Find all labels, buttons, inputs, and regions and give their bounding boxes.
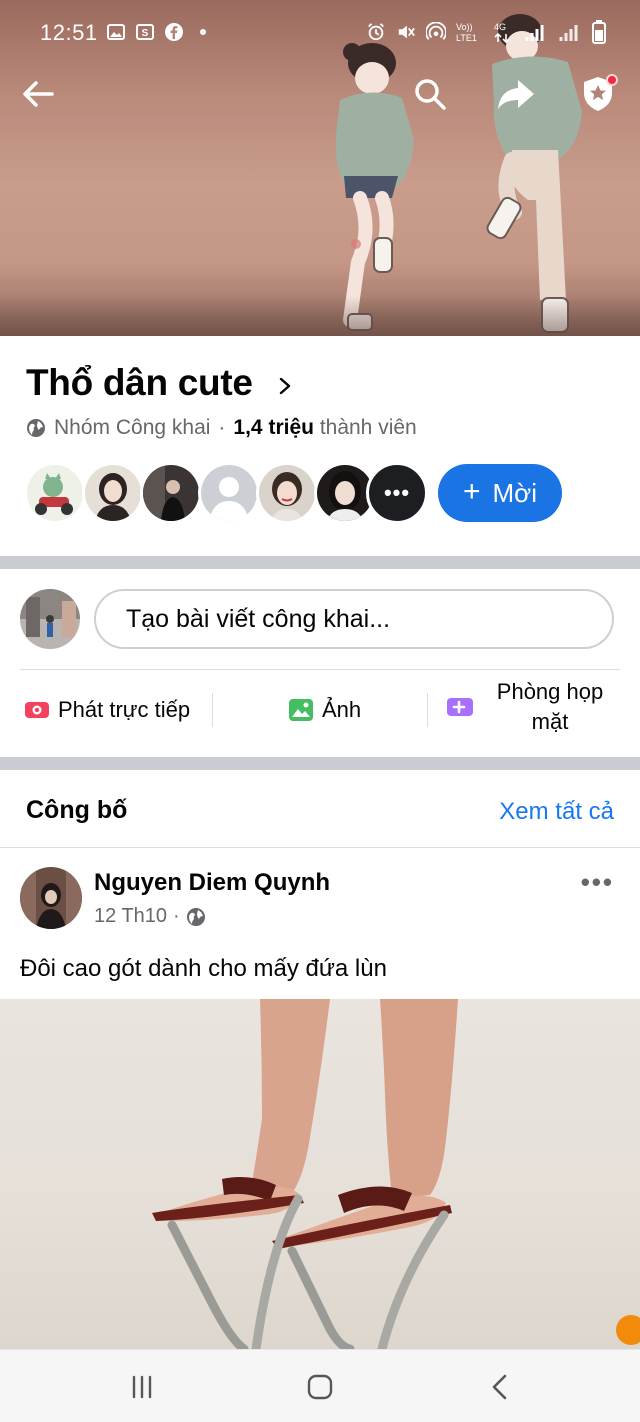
member-count-text[interactable]: 1,4 triệu thành viên [233,416,416,440]
chevron-right-icon[interactable] [276,374,294,398]
create-post-input[interactable]: Tạo bài viết công khai... [94,589,614,649]
system-back-button[interactable] [480,1370,520,1404]
post-meta: 12 Th10 · [94,905,206,928]
member-avatars[interactable]: ••• + Mời [24,462,624,524]
member-avatar[interactable] [256,462,318,524]
composer-actions: Phát trực tiếp Ảnh Phòng họp mặt [0,677,640,749]
battery-icon [592,20,606,44]
member-count: 1,4 triệu [233,416,314,439]
announcements-title: Công bố [26,796,128,824]
post-composer: Tạo bài viết công khai... Phát trực tiếp… [0,569,640,757]
globe-icon [27,419,45,437]
hotspot-icon [426,22,446,40]
svg-text:LTE1: LTE1 [456,33,477,43]
post-author-name[interactable]: Nguyen Diem Quynh [94,869,330,897]
group-name[interactable]: Thổ dân cute [26,362,253,404]
post-text: Đôi cao gót dành cho mấy đứa lùn [20,955,387,982]
action-separator [212,693,213,727]
room-video-icon [447,698,473,716]
back-arrow-icon [23,81,54,107]
share-button[interactable] [494,72,538,116]
status-time: 12:51 [40,20,98,45]
post-date[interactable]: 12 Th10 [94,905,167,928]
see-all-link[interactable]: Xem tất cả [499,798,614,826]
go-live-label: Phát trực tiếp [58,697,191,722]
plus-icon: + [462,475,481,508]
section-divider [0,556,640,569]
room-label-line2: mặt [531,709,569,734]
post-options-button[interactable]: ••• [581,867,614,898]
announcement-post: Nguyen Diem Quynh 12 Th10 · ••• Đôi cao … [0,849,640,1349]
samsung-icon: S [136,24,154,40]
member-avatar[interactable] [24,462,86,524]
group-meta: Nhóm Công khai · 1,4 triệu thành viên [26,416,417,440]
composer-divider [20,669,620,670]
photo-icon [289,699,313,721]
home-icon [307,1374,333,1400]
member-avatar-placeholder[interactable] [198,462,260,524]
section-divider [0,757,640,770]
live-video-icon [25,702,49,718]
svg-text:Vo)): Vo)) [456,22,473,32]
member-avatar[interactable] [140,462,202,524]
corner-badge-icon [616,1315,640,1345]
more-members-button[interactable]: ••• [366,462,428,524]
post-photo-content [152,999,458,1349]
svg-text:4G: 4G [494,22,506,32]
back-button[interactable] [16,72,60,116]
facebook-icon [165,23,183,41]
go-live-button[interactable]: Phát trực tiếp [24,697,190,723]
group-privacy: Nhóm Công khai [54,416,211,439]
search-button[interactable] [408,72,452,116]
current-user-avatar[interactable] [20,589,80,649]
gallery-icon [107,24,125,40]
cover-floor-shadow [0,296,640,336]
search-icon [415,79,446,110]
globe-icon [186,907,205,926]
volte-icon: Vo))LTE1 [456,22,477,43]
room-label: Phòng họp mặt [490,677,610,737]
status-bar: 12:51 S Vo)) LTE1 4G [0,0,640,66]
recents-icon [132,1375,152,1399]
svg-text:S: S [142,28,149,39]
post-author-avatar[interactable] [20,867,82,929]
network-4g-icon: 4G [494,22,510,44]
share-icon [498,80,534,109]
photo-button[interactable]: Ảnh [288,697,361,723]
room-button[interactable]: Phòng họp mặt [446,677,610,737]
notification-dot [606,74,618,86]
mute-icon [398,25,415,39]
announcements-header: Công bố Xem tất cả [0,770,640,848]
back-chevron-icon [492,1374,507,1400]
recents-button[interactable] [122,1370,162,1404]
meta-separator: · [218,416,226,439]
invite-label: Mời [492,477,537,508]
group-admin-button[interactable] [576,72,620,116]
signal-icon [525,25,544,41]
dot-icon [200,29,206,35]
member-suffix: thành viên [319,416,417,439]
signal-icon-2 [559,25,578,41]
alarm-icon [368,23,384,41]
group-header: Thổ dân cute Nhóm Công khai · 1,4 triệu … [0,336,640,556]
room-label-line1: Phòng họp [496,679,604,704]
post-photo[interactable] [0,999,640,1349]
action-separator [427,693,428,727]
member-avatar[interactable] [82,462,144,524]
home-button[interactable] [300,1370,340,1404]
photo-label: Ảnh [322,697,362,722]
system-nav-bar [0,1349,640,1422]
invite-button[interactable]: + Mời [438,464,562,522]
post-meta-separator: · [173,905,180,927]
